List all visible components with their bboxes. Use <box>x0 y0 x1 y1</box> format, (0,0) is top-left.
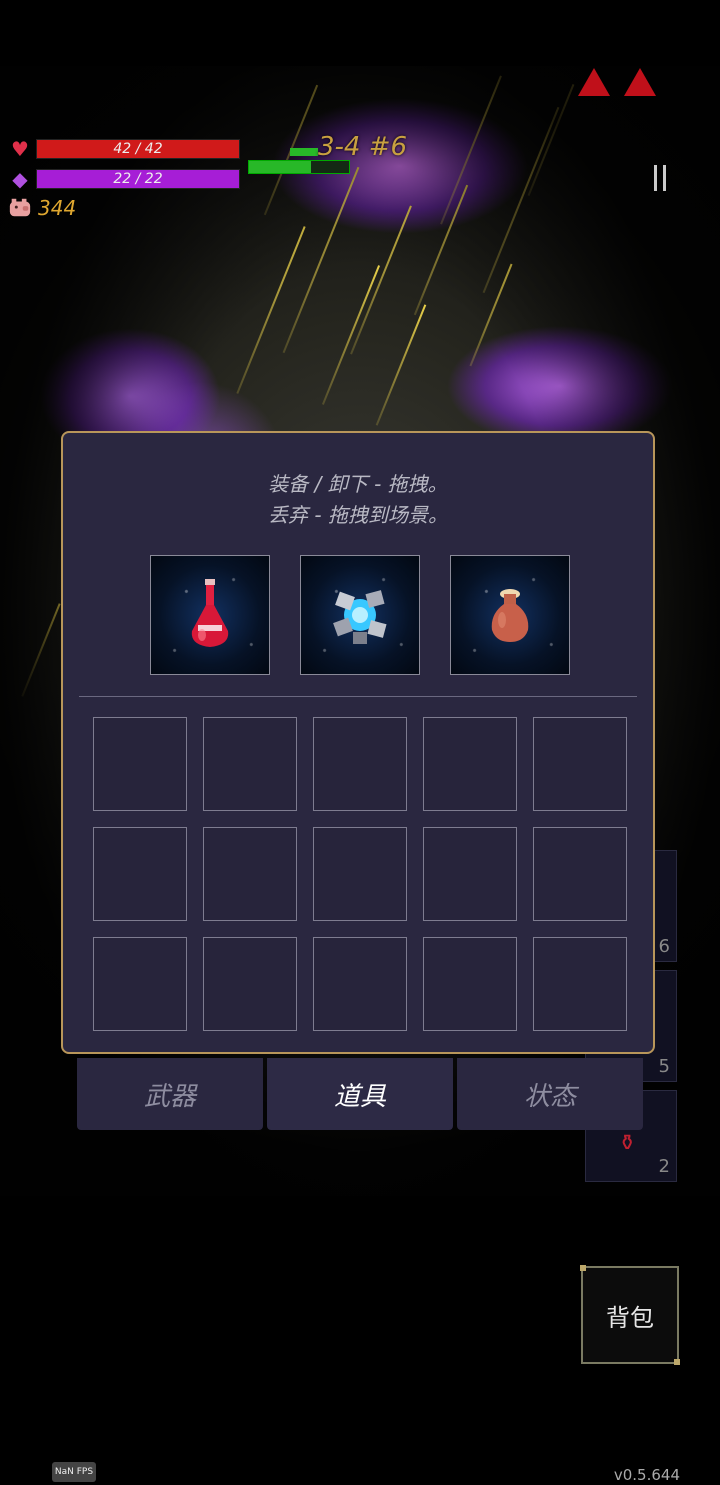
equipped-slot-2[interactable] <box>300 555 420 675</box>
coin-row: 344 <box>8 196 76 220</box>
hp-bar: 42 / 42 <box>36 139 240 159</box>
hp-text: 42 / 42 <box>113 141 163 157</box>
tab-status[interactable]: 状态 <box>457 1058 643 1130</box>
instruction-equip: 装备 / 卸下 - 拖拽。 <box>268 472 448 496</box>
instruction-discard: 丢弃 - 拖拽到场景。 <box>268 503 448 527</box>
inventory-slot[interactable] <box>203 717 297 811</box>
coin-count: 344 <box>38 196 77 220</box>
inventory-slot[interactable] <box>203 827 297 921</box>
inventory-slot[interactable] <box>533 827 627 921</box>
inventory-slot[interactable] <box>423 717 517 811</box>
backpack-button[interactable]: 背包 <box>580 1265 680 1365</box>
equipped-slot-3[interactable] <box>450 555 570 675</box>
inventory-slot[interactable] <box>203 937 297 1031</box>
danger-warning-icon <box>624 68 656 96</box>
inventory-slot[interactable] <box>533 717 627 811</box>
inventory-slot[interactable] <box>93 937 187 1031</box>
hp-row: ♥ 42 / 42 <box>8 137 240 161</box>
red-potion-icon <box>191 579 229 647</box>
mp-text: 22 / 22 <box>113 171 163 187</box>
tab-items[interactable]: 道具 <box>267 1058 453 1130</box>
inventory-slot[interactable] <box>313 717 407 811</box>
inventory-divider <box>79 696 637 697</box>
inventory-slot[interactable] <box>423 827 517 921</box>
inventory-slot[interactable] <box>93 827 187 921</box>
heart-icon: ♥ <box>11 137 29 161</box>
crystal-orb-icon <box>333 590 387 644</box>
mp-bar: 22 / 22 <box>36 169 240 189</box>
stage-label: 3-4 #6 <box>318 132 408 162</box>
enemy-health-bar <box>248 160 350 174</box>
enemy-health-bar-small <box>290 148 318 156</box>
pause-button[interactable] <box>640 150 680 206</box>
version-label: v0.5.644 <box>613 1466 680 1484</box>
mp-row: ◆ 22 / 22 <box>8 167 240 191</box>
mana-gem-icon: ◆ <box>12 167 28 191</box>
inventory-panel: 装备 / 卸下 - 拖拽。 丢弃 - 拖拽到场景。 <box>61 431 655 1054</box>
danger-warning-icon <box>578 68 610 96</box>
inventory-slot[interactable] <box>93 717 187 811</box>
tab-weapons[interactable]: 武器 <box>77 1058 263 1130</box>
clay-jar-icon <box>491 589 529 642</box>
inventory-slot[interactable] <box>313 937 407 1031</box>
inventory-slot[interactable] <box>423 937 517 1031</box>
inventory-instructions: 装备 / 卸下 - 拖拽。 丢弃 - 拖拽到场景。 <box>63 469 653 531</box>
inventory-slot[interactable] <box>313 827 407 921</box>
potion-icon: ⚱ <box>618 1131 637 1156</box>
piggy-bank-icon <box>8 196 32 220</box>
fps-counter: NaN FPS <box>52 1462 96 1482</box>
equipped-slot-1[interactable] <box>150 555 270 675</box>
inventory-slot[interactable] <box>533 937 627 1031</box>
